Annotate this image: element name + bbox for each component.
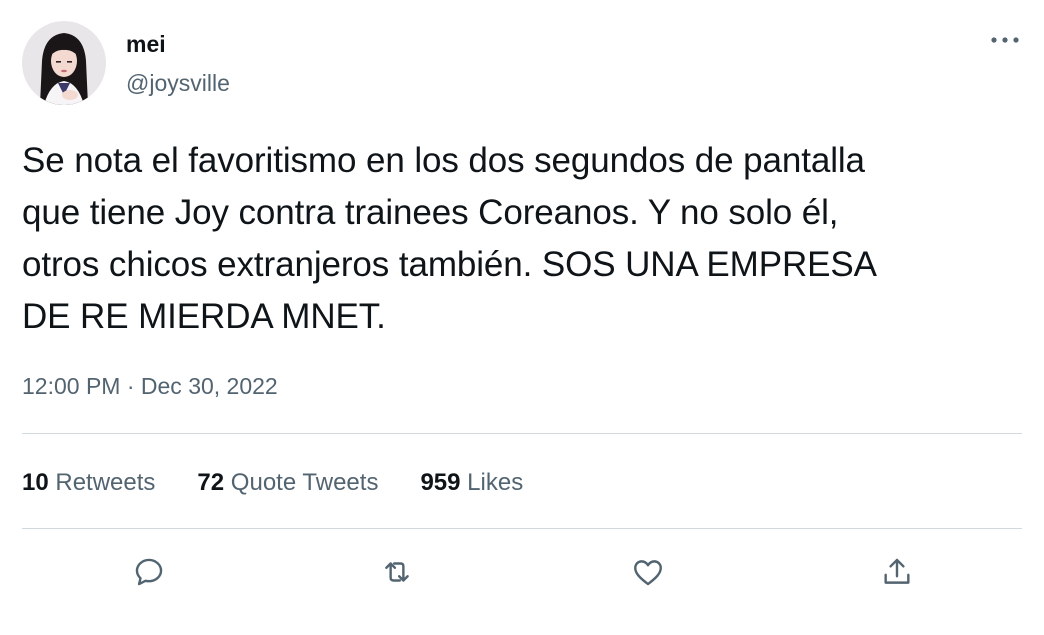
- reply-button[interactable]: [129, 552, 169, 592]
- likes-stat[interactable]: 959 Likes: [420, 466, 523, 500]
- divider: [22, 433, 1022, 434]
- quote-tweets-stat[interactable]: 72 Quote Tweets: [197, 466, 378, 500]
- reply-icon: [135, 558, 163, 586]
- likes-count: 959: [420, 469, 461, 496]
- tweet-card: mei @joysville Se nota el favoritismo en…: [0, 0, 1044, 635]
- retweets-count: 10: [22, 469, 49, 496]
- tweet-stats: 10 Retweets 72 Quote Tweets 959 Likes: [22, 466, 565, 500]
- share-icon: [884, 558, 910, 584]
- retweet-button[interactable]: [377, 552, 417, 592]
- tweet-text: Se nota el favoritismo en los dos segund…: [22, 141, 877, 336]
- retweets-label: Retweets: [55, 469, 156, 496]
- more-options-button[interactable]: [985, 26, 1025, 54]
- tweet-date[interactable]: Dec 30, 2022: [141, 373, 278, 399]
- meta-separator: ·: [126, 373, 135, 399]
- tweet-time[interactable]: 12:00 PM: [22, 373, 120, 399]
- display-name[interactable]: mei: [126, 29, 166, 59]
- heart-icon: [634, 560, 662, 586]
- divider: [22, 528, 1022, 529]
- quotes-count: 72: [197, 469, 225, 496]
- likes-label: Likes: [467, 469, 524, 496]
- quotes-label: Quote Tweets: [230, 469, 379, 496]
- tweet-timestamp[interactable]: 12:00 PM · Dec 30, 2022: [22, 370, 278, 402]
- like-button[interactable]: [628, 552, 668, 592]
- avatar[interactable]: [22, 21, 106, 105]
- avatar-image: [22, 21, 106, 105]
- more-horizontal-icon: [991, 37, 1019, 43]
- retweets-stat[interactable]: 10 Retweets: [22, 466, 155, 500]
- user-handle[interactable]: @joysville: [126, 68, 230, 98]
- share-button[interactable]: [877, 552, 917, 592]
- retweet-icon: [385, 562, 409, 582]
